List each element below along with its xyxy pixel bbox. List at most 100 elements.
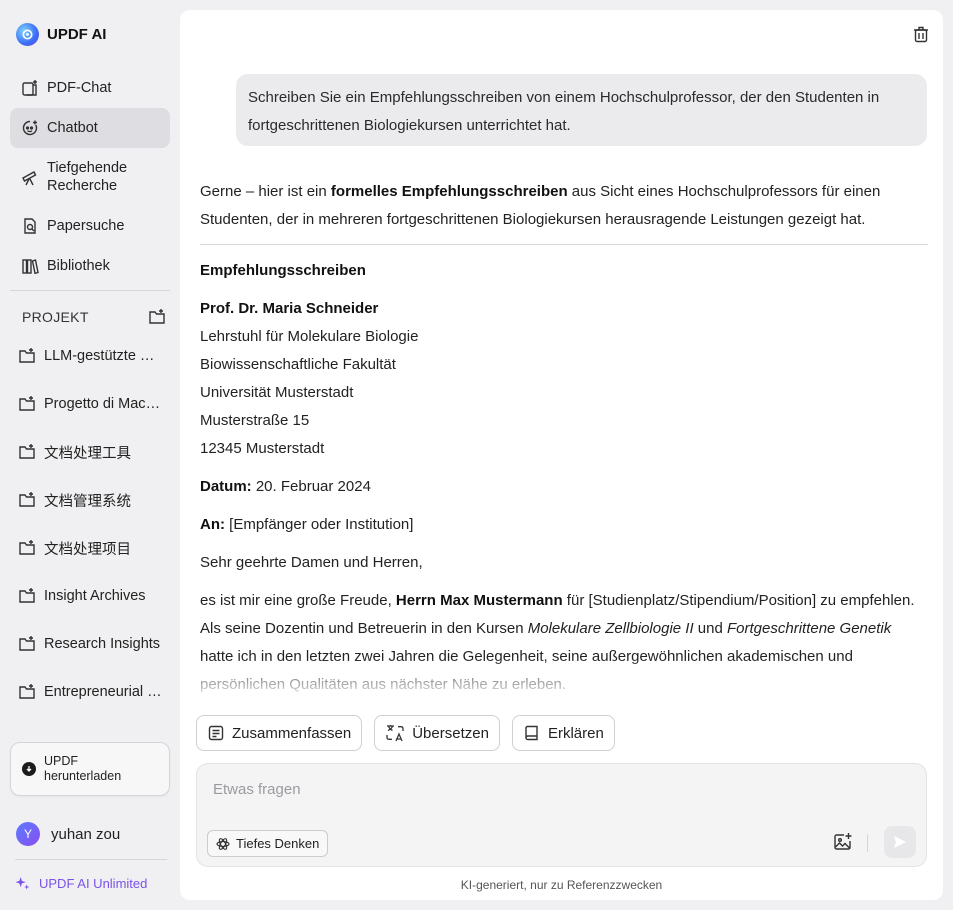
- download-label-line2: herunterladen: [44, 769, 122, 783]
- sender-line: Biowissenschaftliche Fakultät: [200, 356, 396, 373]
- download-label-line1: UPDF: [44, 754, 79, 768]
- project-label: 文档处理项目: [44, 541, 131, 558]
- chat-panel: Schreiben Sie ein Empfehlungsschreiben v…: [180, 10, 943, 900]
- sender-line: 12345 Musterstadt: [200, 440, 325, 457]
- project-item[interactable]: Entrepreneurial Projects: [18, 680, 166, 704]
- sender-name-text: Prof. Dr. Maria Schneider: [200, 300, 379, 317]
- project-item[interactable]: Insight Archives: [18, 584, 166, 608]
- deep-think-label: Tiefes Denken: [236, 836, 320, 851]
- letter-heading: Empfehlungsschreiben: [200, 257, 928, 285]
- sender-line: Musterstraße 15: [200, 412, 310, 429]
- ai-answer: Gerne – hier ist ein formelles Empfehlun…: [200, 178, 928, 698]
- answer-intro: Gerne – hier ist ein formelles Empfehlun…: [200, 178, 928, 234]
- nav-label: Chatbot: [47, 120, 98, 136]
- letter-body: es ist mir eine große Freude, Herrn Max …: [200, 587, 928, 698]
- nav-paper-search[interactable]: Papersuche: [10, 211, 170, 241]
- brand-name: UPDF AI: [47, 25, 107, 43]
- updf-logo-icon: [16, 22, 39, 46]
- letter-salutation: Sehr geehrte Damen und Herren,: [200, 554, 423, 571]
- new-folder-icon[interactable]: [148, 308, 166, 326]
- sender-line: Universität Musterstadt: [200, 384, 354, 401]
- body-text: es ist mir eine große Freude,: [200, 592, 396, 609]
- chatbot-icon: [22, 120, 38, 136]
- clear-chat-button[interactable]: [911, 24, 931, 49]
- sender-line: Lehrstuhl für Molekulare Biologie: [200, 328, 419, 345]
- project-header-label: PROJEKT: [22, 309, 89, 325]
- nav-label: PDF-Chat: [47, 80, 112, 96]
- add-image-button[interactable]: [833, 832, 853, 857]
- intro-bold: formelles Empfehlungsschreiben: [330, 183, 568, 200]
- course-name: Molekulare Zellbiologie II: [527, 620, 694, 637]
- project-item[interactable]: 文档管理系统: [18, 488, 166, 512]
- pdf-chat-icon: [22, 80, 37, 96]
- user-profile[interactable]: Y yuhan zou: [16, 822, 120, 846]
- brand[interactable]: UPDF AI: [16, 21, 106, 47]
- project-item[interactable]: 文档处理项目: [18, 536, 166, 560]
- body-text: und: [693, 620, 727, 637]
- send-button[interactable]: [884, 826, 916, 858]
- send-icon: [894, 836, 906, 848]
- folder-icon: [19, 540, 35, 555]
- summarize-button[interactable]: Zusammenfassen: [196, 715, 363, 751]
- project-label: Progetto di Machine Learning: [44, 396, 162, 412]
- nav-label-line2: Recherche: [47, 178, 118, 194]
- project-label: 文档管理系统: [44, 493, 131, 510]
- translate-button[interactable]: Übersetzen: [374, 715, 500, 751]
- atom-icon: [216, 837, 230, 850]
- image-add-icon: [834, 833, 852, 850]
- folder-icon: [19, 396, 35, 411]
- library-icon: [22, 259, 39, 275]
- ai-disclaimer: KI-generiert, nur zu Referenzzwecken: [460, 878, 663, 892]
- sender-name: Prof. Dr. Maria Schneider: [200, 295, 928, 323]
- sparkle-icon: [15, 876, 30, 890]
- book-icon: [525, 725, 538, 741]
- recipient-label: An:: [200, 516, 225, 533]
- nav-deep-research[interactable]: Tiefgehende Recherche: [10, 157, 170, 197]
- paper-search-icon: [24, 218, 36, 234]
- course-name: Fortgeschrittene Genetik: [727, 620, 892, 637]
- letter-heading-text: Empfehlungsschreiben: [200, 262, 366, 279]
- explain-button[interactable]: Erklären: [511, 715, 615, 751]
- body-text: hatte ich in den letzten zwei Jahren die…: [200, 648, 853, 693]
- nav-label: Tiefgehende Recherche: [47, 159, 127, 195]
- nav-library[interactable]: Bibliothek: [10, 251, 170, 281]
- project-label: 文档处理工具: [44, 445, 131, 462]
- date-value: 20. Februar 2024: [251, 478, 371, 495]
- upgrade-unlimited-link[interactable]: UPDF AI Unlimited: [15, 876, 147, 891]
- trash-icon: [914, 26, 928, 43]
- user-name: yuhan zou: [51, 825, 121, 843]
- project-item[interactable]: Research Insights: [18, 632, 166, 656]
- chat-composer[interactable]: Etwas fragen Tiefes Denken: [196, 763, 927, 867]
- project-item[interactable]: LLM-gestützte Systeme: [18, 344, 166, 368]
- recipient-value: [Empfänger oder Institution]: [225, 516, 414, 533]
- translate-icon: [386, 725, 404, 742]
- sidebar: UPDF AI PDF-Chat Chatbot Tiefgehende Rech…: [0, 0, 180, 910]
- nav-label: Bibliothek: [47, 258, 110, 274]
- nav-chatbot[interactable]: Chatbot: [10, 108, 170, 148]
- summarize-label: Zusammenfassen: [232, 724, 352, 742]
- nav-pdf-chat[interactable]: PDF-Chat: [10, 73, 170, 103]
- download-updf-button[interactable]: UPDF herunterladen: [10, 742, 170, 796]
- date-label: Datum:: [200, 478, 252, 495]
- project-label: LLM-gestützte Systeme: [44, 348, 162, 364]
- deep-think-toggle[interactable]: Tiefes Denken: [207, 830, 329, 857]
- project-item[interactable]: Progetto di Machine Learning: [18, 392, 166, 416]
- folder-icon: [19, 588, 35, 603]
- message-input[interactable]: Etwas fragen: [213, 781, 301, 798]
- nav-label-line1: Tiefgehende: [47, 160, 128, 176]
- composer-separator: [867, 834, 868, 852]
- letter-date: Datum: 20. Februar 2024: [200, 473, 928, 501]
- folder-icon: [19, 492, 35, 507]
- project-label: Research Insights: [44, 636, 161, 652]
- project-item[interactable]: 文档处理工具: [18, 440, 166, 464]
- download-label: UPDF herunterladen: [44, 754, 121, 784]
- explain-label: Erklären: [547, 724, 604, 742]
- folder-icon: [19, 348, 35, 363]
- body-bold: Herrn Max Mustermann: [395, 592, 563, 609]
- quick-actions: Zusammenfassen Übersetzen Erklären: [196, 715, 615, 751]
- sidebar-divider: [10, 290, 170, 291]
- folder-icon: [19, 444, 35, 459]
- project-label: Entrepreneurial Projects: [44, 684, 162, 700]
- unlimited-label: UPDF AI Unlimited: [39, 876, 148, 891]
- telescope-icon: [22, 171, 37, 186]
